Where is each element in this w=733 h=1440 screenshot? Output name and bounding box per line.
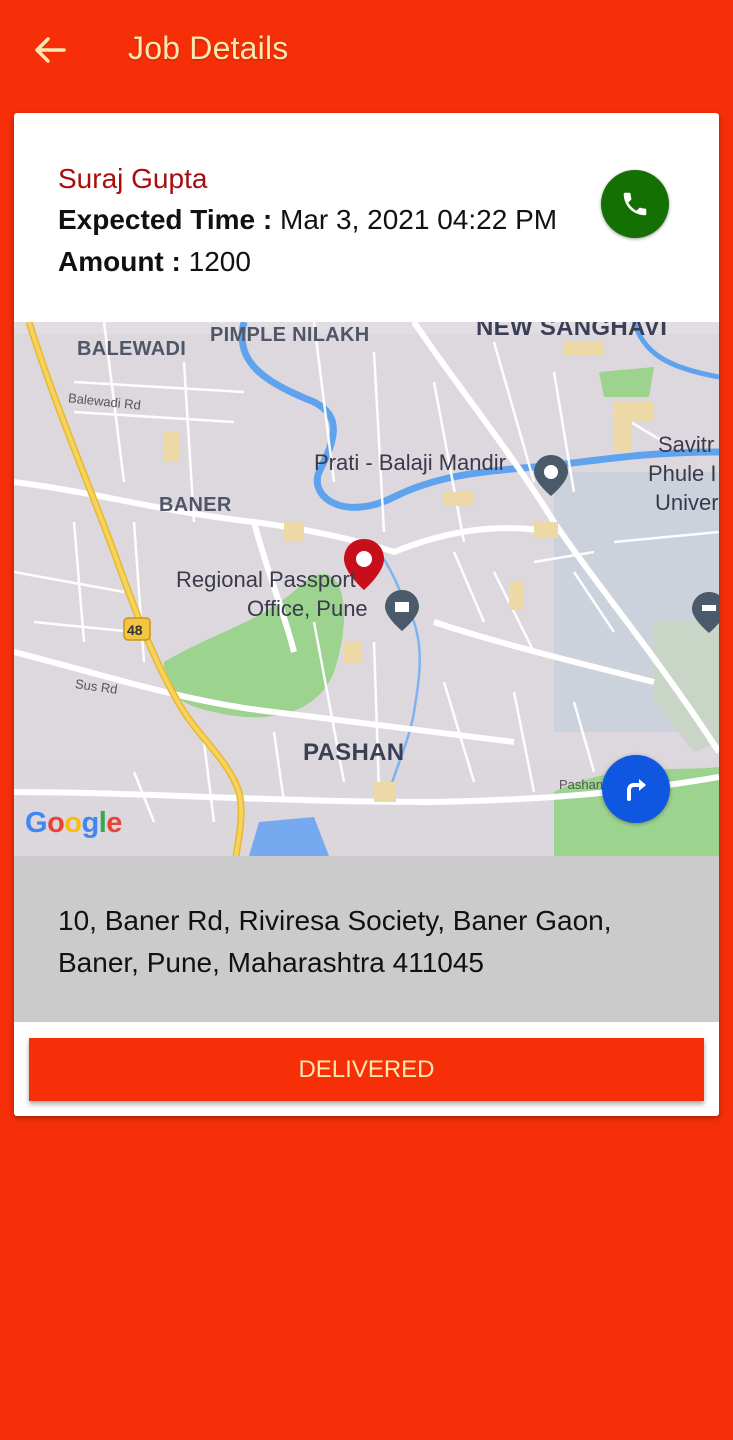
map-label-baner: BANER (159, 494, 232, 516)
phone-icon (623, 192, 647, 216)
google-logo: Google (25, 807, 122, 839)
customer-name: Suraj Gupta (58, 163, 208, 194)
map-label-pashan-rd: Pashan (559, 777, 604, 792)
map-label-savitri-1: Savitr (658, 432, 715, 457)
amount-row: Amount : 1200 (58, 241, 557, 283)
map-label-pashan: PASHAN (303, 739, 405, 766)
map-label-passport-2: Office, Pune (247, 596, 368, 621)
map-label-new-sanghavi: NEW SANGHAVI (476, 322, 668, 341)
delivered-button[interactable]: DELIVERED (29, 1038, 704, 1101)
map-label-savitri-3: Univer (655, 490, 719, 515)
app-bar: Job Details (0, 0, 733, 100)
map-label-prati-balaji: Prati - Balaji Mandir (314, 450, 506, 475)
expected-time-value: Mar 3, 2021 04:22 PM (280, 204, 558, 235)
map-label-pimple-nilakh: PIMPLE NILAKH (210, 324, 370, 346)
address-panel: 10, Baner Rd, Riviresa Society, Baner Ga… (14, 856, 719, 1022)
directions-button[interactable] (602, 755, 670, 823)
directions-icon (627, 779, 646, 801)
page-title: Job Details (128, 30, 289, 66)
call-button[interactable] (601, 170, 669, 238)
expected-time-label: Expected Time : (58, 204, 273, 235)
amount-value: 1200 (188, 246, 251, 277)
back-button[interactable] (28, 28, 72, 72)
map-view[interactable]: BALEWADI PIMPLE NILAKH NEW SANGHAVI Bale… (14, 322, 719, 856)
amount-label: Amount : (58, 246, 181, 277)
job-card: Suraj Gupta Expected Time : Mar 3, 2021 … (14, 113, 719, 1116)
job-info: Suraj Gupta Expected Time : Mar 3, 2021 … (58, 159, 557, 283)
map-label-highway-48: 48 (127, 622, 143, 638)
map-label-balewadi: BALEWADI (77, 338, 187, 360)
expected-time-row: Expected Time : Mar 3, 2021 04:22 PM (58, 199, 557, 241)
arrow-left-icon (35, 37, 66, 63)
delivery-address: 10, Baner Rd, Riviresa Society, Baner Ga… (58, 905, 612, 978)
map-label-savitri-2: Phule I (648, 461, 717, 486)
map-label-passport-1: Regional Passport (176, 567, 356, 592)
